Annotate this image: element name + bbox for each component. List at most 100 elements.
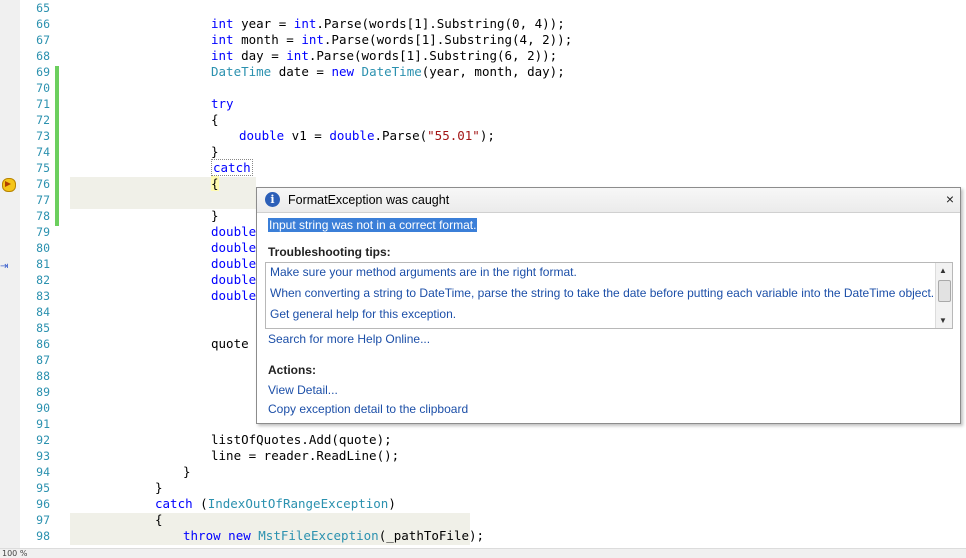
line-number: 84	[36, 305, 50, 319]
line-number: 78	[36, 209, 50, 223]
line-number: 70	[36, 81, 50, 95]
scroll-thumb[interactable]	[938, 280, 951, 302]
code-text: line = reader.ReadLine();	[211, 448, 400, 463]
line-number: 83	[36, 289, 50, 303]
keyword: int	[293, 16, 317, 31]
troubleshooting-heading: Troubleshooting tips:	[268, 245, 391, 259]
keyword: double	[211, 288, 257, 303]
keyword: double	[211, 224, 257, 239]
exception-assistant-popup[interactable]: i FormatException was caught × Input str…	[256, 187, 961, 424]
code-line-68[interactable]: int day = int.Parse(words[1].Substring(6…	[70, 48, 966, 64]
code-text: {	[211, 112, 219, 127]
keyword: double	[211, 272, 257, 287]
code-text: listOfQuotes.Add(quote);	[211, 432, 392, 447]
code-line-66[interactable]: int year = int.Parse(words[1].Substring(…	[70, 16, 966, 32]
actions-heading: Actions:	[268, 363, 316, 377]
keyword: throw	[183, 528, 221, 543]
code-line-98[interactable]: throw new MstFileException(_pathToFile);	[70, 528, 966, 544]
code-text: .Parse(words[1].Substring(6, 2));	[308, 48, 558, 63]
line-number: 72	[36, 113, 50, 127]
type-name: MstFileException	[250, 528, 379, 543]
tip-link[interactable]: Get general help for this exception.	[270, 307, 456, 321]
code-text: )	[388, 496, 396, 511]
tip-link[interactable]: When converting a string to DateTime, pa…	[270, 286, 934, 300]
tip-link[interactable]: Make sure your method arguments are in t…	[270, 265, 577, 279]
code-text: );	[479, 128, 495, 143]
line-number: 76	[36, 177, 50, 191]
current-line-highlight	[70, 193, 256, 209]
line-number: 81	[36, 257, 50, 271]
tips-scrollbar[interactable]: ▲ ▼	[935, 263, 952, 328]
line-number: 82	[36, 273, 50, 287]
line-number: 93	[36, 449, 50, 463]
line-number: 91	[36, 417, 50, 431]
keyword: new	[228, 528, 251, 543]
execution-arrow-icon	[5, 181, 11, 187]
indicator-margin[interactable]	[0, 0, 21, 557]
code-line-92[interactable]: listOfQuotes.Add(quote);	[70, 432, 966, 448]
type-name: DateTime	[354, 64, 422, 79]
code-text: v1 =	[284, 128, 330, 143]
keyword: int	[286, 48, 309, 63]
keyword: try	[211, 96, 234, 111]
close-button[interactable]: ×	[946, 191, 954, 207]
type-name: DateTime	[211, 64, 272, 79]
line-number: 89	[36, 385, 50, 399]
code-line-67[interactable]: int month = int.Parse(words[1].Substring…	[70, 32, 966, 48]
exception-title: FormatException was caught	[288, 193, 450, 207]
string-literal: "55.01"	[427, 128, 480, 143]
line-number: 65	[36, 1, 50, 15]
view-detail-link[interactable]: View Detail...	[268, 383, 338, 397]
search-help-online-link[interactable]: Search for more Help Online...	[268, 332, 430, 346]
code-line-97[interactable]: {	[70, 512, 966, 528]
type-name: IndexOutOfRangeException	[207, 496, 389, 511]
keyword: double	[211, 256, 257, 271]
caught-exception-keyword[interactable]: catch	[211, 159, 253, 176]
code-text: month =	[233, 32, 302, 47]
code-line-93[interactable]: line = reader.ReadLine();	[70, 448, 966, 464]
line-number: 67	[36, 33, 50, 47]
scroll-down-icon[interactable]: ▼	[939, 316, 947, 325]
code-text: }	[155, 480, 163, 495]
line-number: 94	[36, 465, 50, 479]
code-line-72[interactable]: {	[70, 112, 966, 128]
line-number: 98	[36, 529, 50, 543]
change-tracking-bar	[55, 66, 59, 226]
code-line-74[interactable]: }	[70, 144, 966, 160]
line-number: 86	[36, 337, 50, 351]
popup-header: i FormatException was caught ×	[257, 188, 960, 213]
keyword: int	[301, 32, 324, 47]
code-text: .Parse(words[1].Substring(0, 4));	[316, 16, 565, 31]
code-line-95[interactable]: }	[70, 480, 966, 496]
scroll-up-icon[interactable]: ▲	[939, 266, 947, 275]
keyword: int	[211, 32, 234, 47]
line-number: 88	[36, 369, 50, 383]
exception-message[interactable]: Input string was not in a correct format…	[268, 218, 478, 232]
code-text: }	[183, 464, 191, 479]
code-text: day =	[233, 48, 287, 63]
line-number: 75	[36, 161, 50, 175]
line-number: 85	[36, 321, 50, 335]
line-number: 77	[36, 193, 50, 207]
code-text: date =	[271, 64, 332, 79]
code-line-75[interactable]: catch	[70, 159, 966, 176]
line-number: 68	[36, 49, 50, 63]
code-line-73[interactable]: double v1 = double.Parse("55.01");	[70, 128, 966, 144]
line-number: 74	[36, 145, 50, 159]
line-number: 97	[36, 513, 50, 527]
code-text: (_pathToFile);	[378, 528, 485, 543]
code-line-96[interactable]: catch (IndexOutOfRangeException)	[70, 496, 966, 512]
code-text: year =	[233, 16, 294, 31]
line-number: 66	[36, 17, 50, 31]
copy-exception-link[interactable]: Copy exception detail to the clipboard	[268, 402, 468, 416]
code-line-94[interactable]: }	[70, 464, 966, 480]
keyword: double	[329, 128, 375, 143]
code-line-69[interactable]: DateTime date = new DateTime(year, month…	[70, 64, 966, 80]
code-text: .Parse(	[374, 128, 428, 143]
troubleshooting-tips-list[interactable]: Make sure your method arguments are in t…	[265, 262, 953, 329]
line-number: 73	[36, 129, 50, 143]
line-number: 95	[36, 481, 50, 495]
code-text: {	[155, 512, 163, 527]
code-line-71[interactable]: try	[70, 96, 966, 112]
line-number: 71	[36, 97, 50, 111]
